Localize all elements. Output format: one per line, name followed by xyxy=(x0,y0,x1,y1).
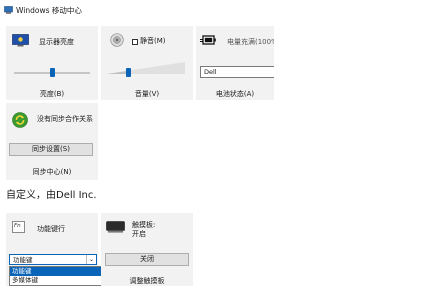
fn-key-selected-value: 功能键 xyxy=(13,256,33,264)
touchpad-off-button[interactable]: 关闭 xyxy=(105,253,189,266)
sync-arrows-icon xyxy=(12,112,28,130)
window-title: Windows 移动中心 xyxy=(16,6,82,15)
fn-key-label: 功能键行 xyxy=(37,225,65,233)
touchpad-tile: 触摸板: 开启 关闭 调整触摸板 xyxy=(101,213,193,286)
touchpad-status-value: 开启 xyxy=(132,230,146,238)
battery-footer: 电池状态(A) xyxy=(215,90,255,98)
mobility-center-icon xyxy=(4,6,13,14)
mute-checkbox[interactable] xyxy=(132,39,138,45)
mute-label: 静音(M) xyxy=(140,37,166,45)
touchpad-status-label: 触摸板: xyxy=(132,221,156,229)
touchpad-icon xyxy=(106,221,125,235)
touchpad-footer: 调整触摸板 xyxy=(129,277,165,285)
speaker-icon xyxy=(108,33,126,49)
sync-label: 没有同步合作关系 xyxy=(37,115,93,123)
power-plan-select[interactable]: Dell xyxy=(200,66,274,78)
custom-section-heading: 自定义，由Dell Inc. xyxy=(6,190,97,201)
power-plan-value: Dell xyxy=(204,68,217,76)
volume-slider-thumb[interactable] xyxy=(125,68,131,77)
fn-key-icon: Fn xyxy=(12,221,25,233)
battery-tile: 电量充满(100% Dell 电池状态(A) xyxy=(196,26,274,100)
brightness-tile: 显示器亮度 亮度(B) xyxy=(6,26,98,100)
sync-tile: 没有同步合作关系 同步设置(S) 同步中心(N) xyxy=(6,103,98,180)
battery-label: 电量充满(100% xyxy=(227,38,274,46)
chevron-down-icon[interactable]: ⌄ xyxy=(86,255,96,264)
fn-key-select[interactable]: 功能键 ⌄ xyxy=(9,254,97,265)
volume-level-ramp[interactable] xyxy=(107,62,187,77)
brightness-slider-thumb[interactable] xyxy=(49,68,55,77)
volume-tile: 静音(M) 音量(V) xyxy=(101,26,193,100)
brightness-footer: 亮度(B) xyxy=(39,90,65,98)
volume-footer: 音量(V) xyxy=(134,90,160,98)
brightness-label: 显示器亮度 xyxy=(39,38,74,46)
fn-key-icon-text: Fn xyxy=(14,223,21,229)
sync-settings-button[interactable]: 同步设置(S) xyxy=(9,143,93,156)
sync-footer: 同步中心(N) xyxy=(32,168,72,176)
title-bar: Windows 移动中心 xyxy=(0,0,431,22)
battery-plug-icon xyxy=(200,35,217,48)
monitor-brightness-icon xyxy=(12,34,29,49)
